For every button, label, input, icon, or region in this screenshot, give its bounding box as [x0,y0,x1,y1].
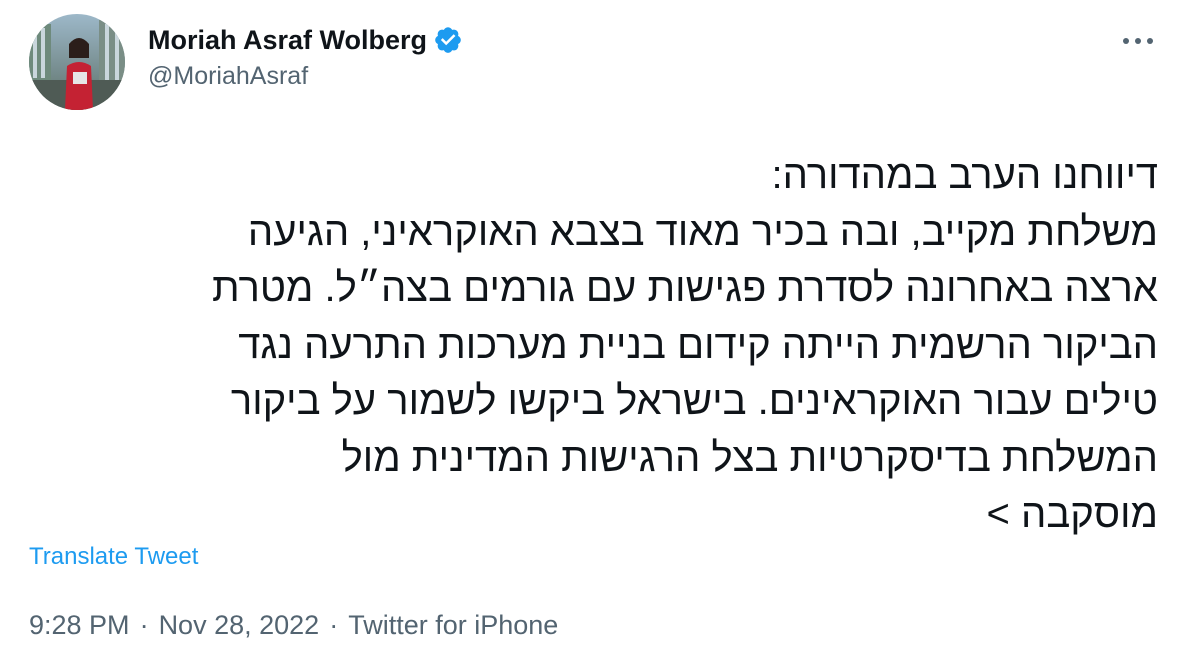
author-avatar[interactable] [29,14,125,110]
tweet-date[interactable]: Nov 28, 2022 [159,610,320,641]
translate-tweet-link[interactable]: Translate Tweet [29,543,198,571]
tweet-card: Moriah Asraf Wolberg @MoriahAsraf דיווחנ… [0,0,1180,656]
tweet-line: המשלחת בדיסקרטיות בצל הרגישות המדינית מו… [341,435,1158,480]
more-options-icon[interactable] [1118,26,1158,56]
name-row: Moriah Asraf Wolberg [148,22,463,58]
meta-separator: · [139,610,149,640]
tweet-source[interactable]: Twitter for iPhone [348,610,558,641]
tweet-meta: 9:28 PM · Nov 28, 2022 · Twitter for iPh… [29,610,558,641]
tweet-line: משלחת מקייב, ובה בכיר מאוד בצבא האוקראינ… [247,209,1158,254]
meta-separator: · [329,610,339,640]
avatar-photo-icon [29,14,125,110]
author-handle[interactable]: @MoriahAsraf [148,62,308,91]
tweet-line: דיווחנו הערב במהדורה: [771,153,1158,197]
tweet-body: דיווחנו הערב במהדורה: משלחת מקייב, ובה ב… [20,147,1158,543]
author-display-name[interactable]: Moriah Asraf Wolberg [148,25,427,56]
tweet-line: מוסקבה > [986,492,1158,536]
tweet-line: ארצה באחרונה לסדרת פגישות עם גורמים בצה״… [212,266,1158,310]
tweet-line: הביקור הרשמית הייתה קידום בניית מערכות ה… [238,322,1158,367]
tweet-time[interactable]: 9:28 PM [29,610,130,641]
verified-badge-icon [433,25,463,55]
tweet-line: טילים עבור האוקראינים. בישראל ביקשו לשמו… [230,379,1158,423]
